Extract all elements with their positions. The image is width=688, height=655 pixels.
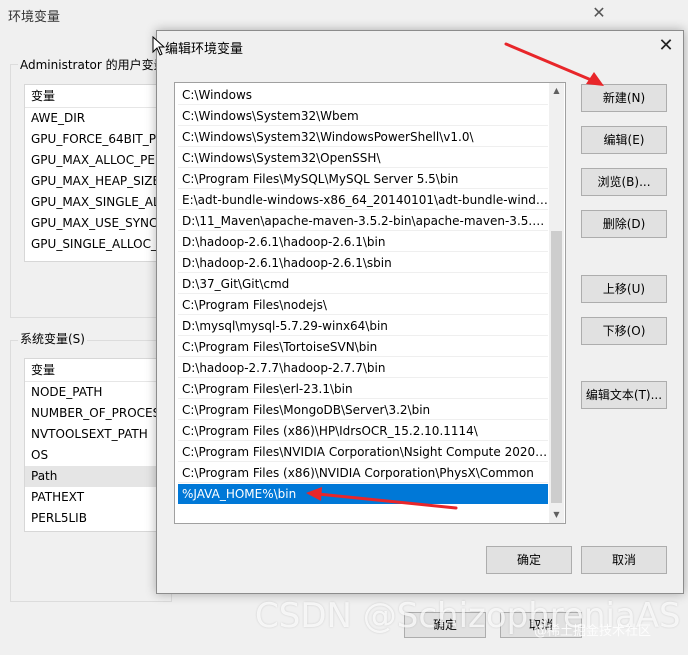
list-item[interactable]: NODE_PATH <box>25 382 165 403</box>
list-item-path-selected[interactable]: Path <box>25 466 165 487</box>
edit-environment-variable-dialog: 编辑环境变量 ✕ C:\Windows C:\Windows\System32\… <box>156 30 684 594</box>
watermark-secondary: @稀土掘金技术社区 <box>534 624 652 639</box>
path-entry[interactable]: C:\Program Files\MongoDB\Server\3.2\bin <box>178 400 548 420</box>
dialog-title: 编辑环境变量 <box>165 42 244 57</box>
user-variables-label: Administrator 的用户变量 <box>18 56 168 73</box>
path-entry[interactable]: C:\Windows <box>178 85 548 105</box>
path-entry[interactable]: E:\adt-bundle-windows-x86_64_20140101\ad… <box>178 190 548 210</box>
list-item[interactable]: GPU_SINGLE_ALLOC_PERCENT <box>25 234 165 255</box>
new-button[interactable]: 新建(N) <box>581 84 667 112</box>
list-item[interactable]: GPU_FORCE_64BIT_PTR <box>25 129 165 150</box>
path-entry-selected[interactable]: %JAVA_HOME%\bin <box>178 484 548 504</box>
list-item[interactable]: GPU_MAX_SINGLE_ALLOC_PERCENT <box>25 192 165 213</box>
scroll-down-icon[interactable]: ▼ <box>549 507 564 523</box>
close-icon[interactable]: ✕ <box>655 35 677 57</box>
path-entry[interactable]: C:\Program Files\nodejs\ <box>178 295 548 315</box>
list-item[interactable]: PATHEXT <box>25 487 165 508</box>
browse-button[interactable]: 浏览(B)... <box>581 168 667 196</box>
list-item[interactable]: GPU_MAX_HEAP_SIZE <box>25 171 165 192</box>
edit-button[interactable]: 编辑(E) <box>581 126 667 154</box>
list-item[interactable]: PERL5LIB <box>25 508 165 529</box>
path-entry[interactable]: C:\Windows\System32\Wbem <box>178 106 548 126</box>
system-variables-list[interactable]: 变量 NODE_PATH NUMBER_OF_PROCESSORS NVTOOL… <box>24 358 166 532</box>
list-item[interactable]: GPU_MAX_USE_SYNC_OBJECTS <box>25 213 165 234</box>
path-entry[interactable]: D:\11_Maven\apache-maven-3.5.2-bin\apach… <box>178 211 548 231</box>
path-entry[interactable]: C:\Program Files (x86)\HP\IdrsOCR_15.2.1… <box>178 421 548 441</box>
path-entry[interactable]: D:\hadoop-2.7.7\hadoop-2.7.7\bin <box>178 358 548 378</box>
system-variables-label: 系统变量(S) <box>18 330 87 347</box>
ok-button[interactable]: 确定 <box>486 546 572 574</box>
scrollbar-thumb[interactable] <box>551 231 562 503</box>
cancel-button[interactable]: 取消 <box>581 546 667 574</box>
path-entry[interactable]: C:\Windows\System32\WindowsPowerShell\v1… <box>178 127 548 147</box>
path-entry[interactable]: D:\hadoop-2.6.1\hadoop-2.6.1\bin <box>178 232 548 252</box>
vertical-scrollbar[interactable]: ▲ ▼ <box>549 83 564 523</box>
edit-text-button[interactable]: 编辑文本(T)... <box>581 381 667 409</box>
path-entry[interactable]: C:\Program Files\TortoiseSVN\bin <box>178 337 548 357</box>
move-up-button[interactable]: 上移(U) <box>581 275 667 303</box>
mouse-cursor-icon <box>152 36 166 56</box>
list-column-header[interactable]: 变量 <box>25 359 165 382</box>
list-item[interactable]: GPU_MAX_ALLOC_PERCENT <box>25 150 165 171</box>
move-down-button[interactable]: 下移(O) <box>581 317 667 345</box>
path-entries-list[interactable]: C:\Windows C:\Windows\System32\Wbem C:\W… <box>174 82 566 524</box>
path-entry[interactable]: C:\Program Files\MySQL\MySQL Server 5.5\… <box>178 169 548 189</box>
delete-button[interactable]: 删除(D) <box>581 210 667 238</box>
path-entry[interactable]: C:\Program Files\erl-23.1\bin <box>178 379 548 399</box>
path-entry[interactable]: D:\37_Git\Git\cmd <box>178 274 548 294</box>
list-item[interactable]: OS <box>25 445 165 466</box>
path-entry[interactable]: D:\hadoop-2.6.1\hadoop-2.6.1\sbin <box>178 253 548 273</box>
list-item[interactable]: AWE_DIR <box>25 108 165 129</box>
window-title: 环境变量 <box>8 10 61 25</box>
list-item[interactable]: NVTOOLSEXT_PATH <box>25 424 165 445</box>
user-variables-list[interactable]: 变量 AWE_DIR GPU_FORCE_64BIT_PTR GPU_MAX_A… <box>24 84 166 262</box>
list-item[interactable]: NUMBER_OF_PROCESSORS <box>25 403 165 424</box>
close-icon[interactable]: ✕ <box>590 4 608 22</box>
scroll-up-icon[interactable]: ▲ <box>549 83 564 99</box>
path-entry[interactable]: C:\Program Files (x86)\NVIDIA Corporatio… <box>178 463 548 483</box>
path-entry[interactable]: D:\mysql\mysql-5.7.29-winx64\bin <box>178 316 548 336</box>
path-entry[interactable]: C:\Program Files\NVIDIA Corporation\Nsig… <box>178 442 548 462</box>
path-entry[interactable]: C:\Windows\System32\OpenSSH\ <box>178 148 548 168</box>
list-column-header[interactable]: 变量 <box>25 85 165 108</box>
